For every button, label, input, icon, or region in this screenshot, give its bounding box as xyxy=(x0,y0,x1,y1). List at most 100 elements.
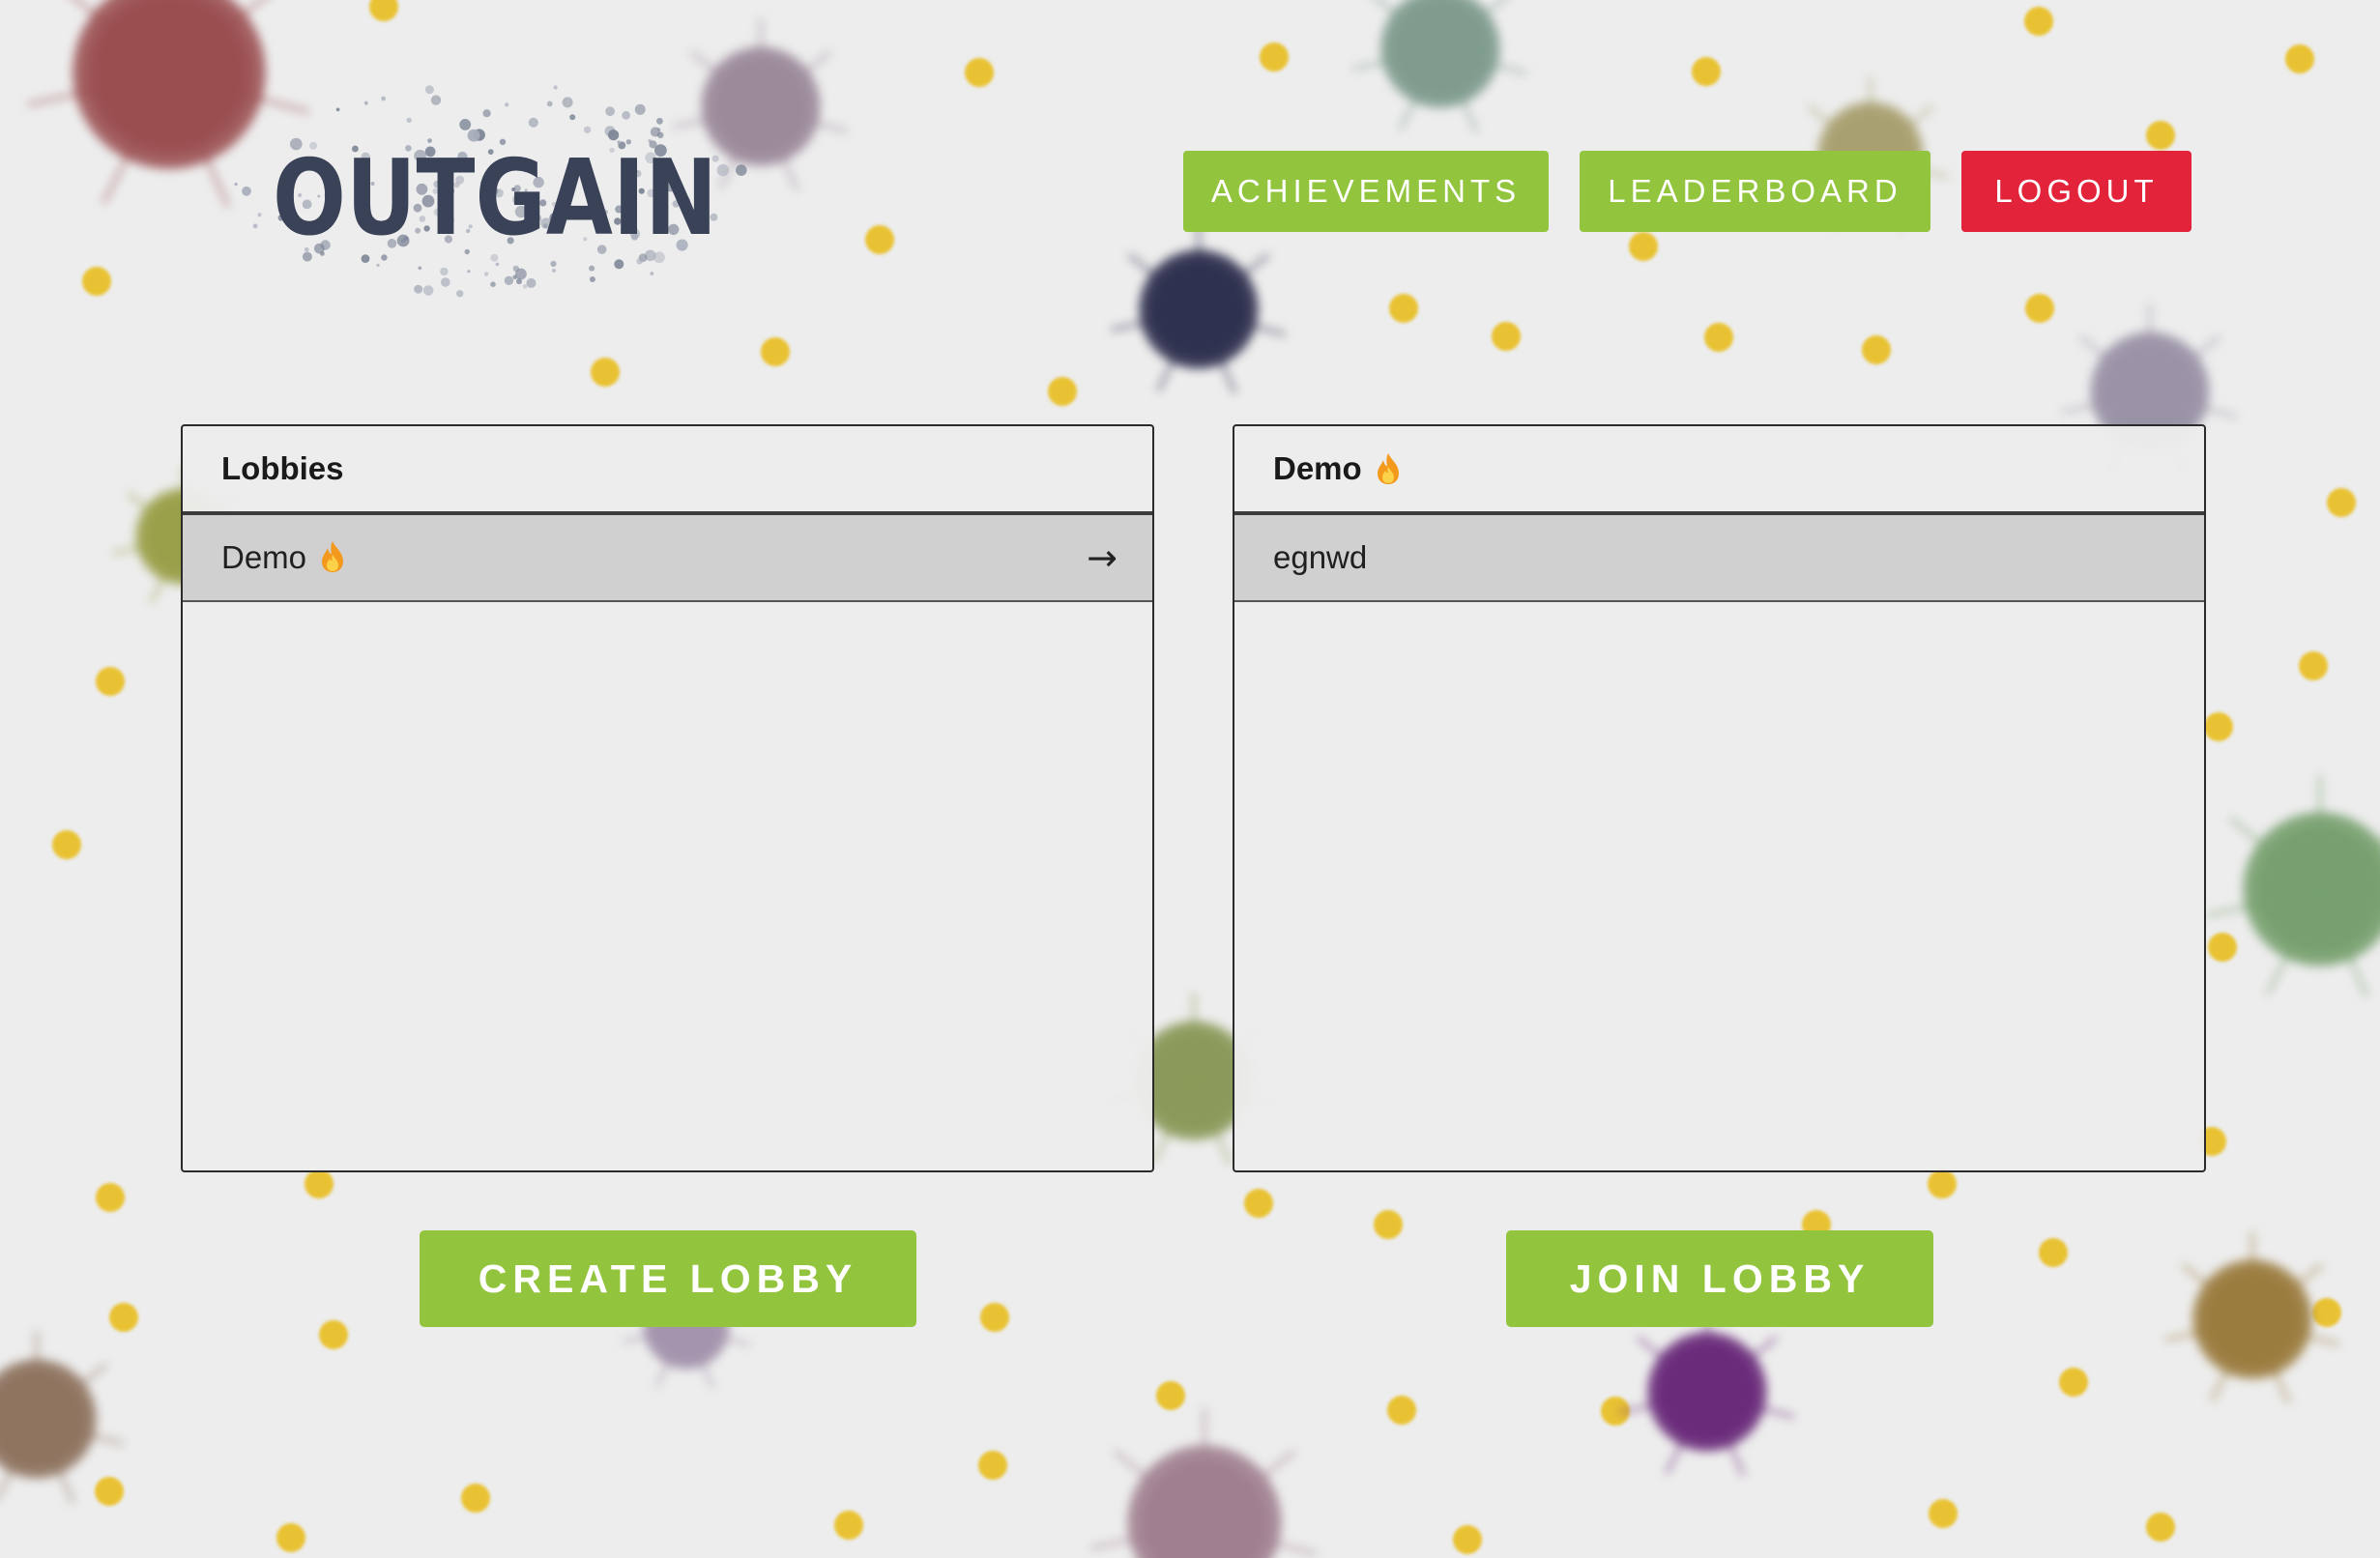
logo-speckle xyxy=(650,272,654,275)
virus-spike xyxy=(2149,391,2238,419)
background-dot xyxy=(2146,121,2175,150)
logo-speckle xyxy=(526,277,537,288)
background-virus xyxy=(2163,1231,2340,1404)
join-lobby-button[interactable]: JOIN LOBBY xyxy=(1506,1230,1933,1327)
logo-speckle xyxy=(242,186,251,196)
background-dot xyxy=(1492,322,1521,351)
background-virus xyxy=(0,1331,125,1504)
logo-speckle xyxy=(363,101,368,105)
virus-spike xyxy=(35,1420,75,1504)
virus-spike xyxy=(35,1362,108,1423)
logo-speckle xyxy=(257,213,262,217)
background-dot xyxy=(2208,933,2237,962)
virus-spike xyxy=(1113,1449,1206,1526)
background-dot xyxy=(369,0,398,21)
virus-spike xyxy=(1155,310,1201,392)
background-dot xyxy=(2299,651,2328,680)
background-dot xyxy=(109,1303,138,1332)
virus-spike xyxy=(1127,252,1201,313)
virus-spike xyxy=(0,1362,39,1423)
logo-speckle xyxy=(569,114,576,121)
background-virus xyxy=(1110,221,1287,394)
background-dot xyxy=(591,358,620,387)
logo-speckle xyxy=(252,223,258,229)
background-dot xyxy=(2285,44,2314,73)
logo-speckle xyxy=(483,272,489,276)
virus-spike xyxy=(2250,1231,2254,1321)
virus-spike xyxy=(2206,889,2321,917)
logo-speckle xyxy=(589,276,595,282)
background-dot xyxy=(319,1320,348,1349)
background-dot xyxy=(834,1511,863,1540)
lobbies-title-text: Lobbies xyxy=(221,450,344,486)
logout-button[interactable]: LOGOUT xyxy=(1961,151,2191,232)
logo-speckle xyxy=(504,275,514,285)
background-dot xyxy=(95,1477,124,1506)
logo-speckle xyxy=(376,263,380,267)
logo-speckle xyxy=(546,101,553,107)
background-dot xyxy=(1156,1381,1185,1410)
player-list-item: egnwd xyxy=(1234,515,2204,602)
virus-spike xyxy=(1438,49,1479,133)
background-dot xyxy=(761,337,790,366)
logo-speckle xyxy=(381,96,386,101)
virus-spike xyxy=(1203,1449,1296,1526)
background-dot xyxy=(1692,57,1721,86)
virus-spike xyxy=(2318,775,2322,891)
logo-text: OUTGAIN xyxy=(273,138,717,259)
leaderboard-button[interactable]: LEADERBOARD xyxy=(1580,151,1930,232)
background-dot xyxy=(1387,1396,1416,1425)
background-virus xyxy=(1351,0,1528,133)
lobby-detail-title: Demo xyxy=(1234,426,2204,515)
logo-speckle xyxy=(422,285,434,296)
background-dot xyxy=(1048,377,1077,406)
virus-spike xyxy=(759,49,832,110)
logo-speckle xyxy=(736,164,747,176)
virus-spike xyxy=(2265,890,2322,995)
logo-speckle xyxy=(424,85,434,95)
logo-speckle xyxy=(716,163,729,177)
logo-speckle xyxy=(467,270,471,274)
background-dot xyxy=(2039,1238,2068,1267)
background-dot xyxy=(965,58,994,87)
background-dot xyxy=(1453,1525,1482,1554)
logo-speckle xyxy=(614,259,624,270)
logo-speckle xyxy=(605,106,615,117)
virus-spike xyxy=(2061,391,2151,415)
virus-spike xyxy=(1869,76,1872,157)
logo-speckle xyxy=(551,268,557,274)
create-lobby-button[interactable]: CREATE LOBBY xyxy=(420,1230,916,1327)
logo-speckle xyxy=(589,265,595,272)
logo-speckle xyxy=(418,266,422,271)
virus-spike xyxy=(2148,303,2152,393)
lobby-list-item[interactable]: Demo → xyxy=(183,515,1152,602)
virus-spike xyxy=(2250,1320,2291,1404)
background-dot xyxy=(52,830,81,859)
background-dot xyxy=(305,1169,334,1198)
achievements-button[interactable]: ACHIEVEMENTS xyxy=(1183,151,1549,232)
virus-spike xyxy=(1438,0,1512,52)
logo-speckle xyxy=(515,268,527,280)
logo-speckle xyxy=(406,117,412,124)
background-dot xyxy=(1929,1499,1958,1528)
background-dot xyxy=(1389,294,1418,323)
virus-spike xyxy=(760,106,849,134)
background-virus xyxy=(2206,775,2380,998)
background-dot xyxy=(1862,335,1891,364)
virus-spike xyxy=(2228,816,2322,893)
virus-spike xyxy=(1618,1392,1708,1415)
background-dot xyxy=(2327,488,2356,517)
logo-speckle xyxy=(441,277,450,287)
background-dot xyxy=(1260,43,1289,72)
virus-spike xyxy=(55,0,171,76)
virus-spike xyxy=(1197,252,1270,313)
virus-spike xyxy=(2181,1262,2254,1323)
flame-icon xyxy=(1377,453,1399,484)
virus-spike xyxy=(1110,309,1200,332)
virus-spike xyxy=(654,1327,688,1388)
right-arrow-icon[interactable]: → xyxy=(1087,536,1117,579)
virus-spike xyxy=(167,0,283,76)
lobby-item-label: Demo xyxy=(221,539,1087,576)
virus-spike xyxy=(1204,1522,1318,1556)
virus-spike xyxy=(1439,48,1528,76)
